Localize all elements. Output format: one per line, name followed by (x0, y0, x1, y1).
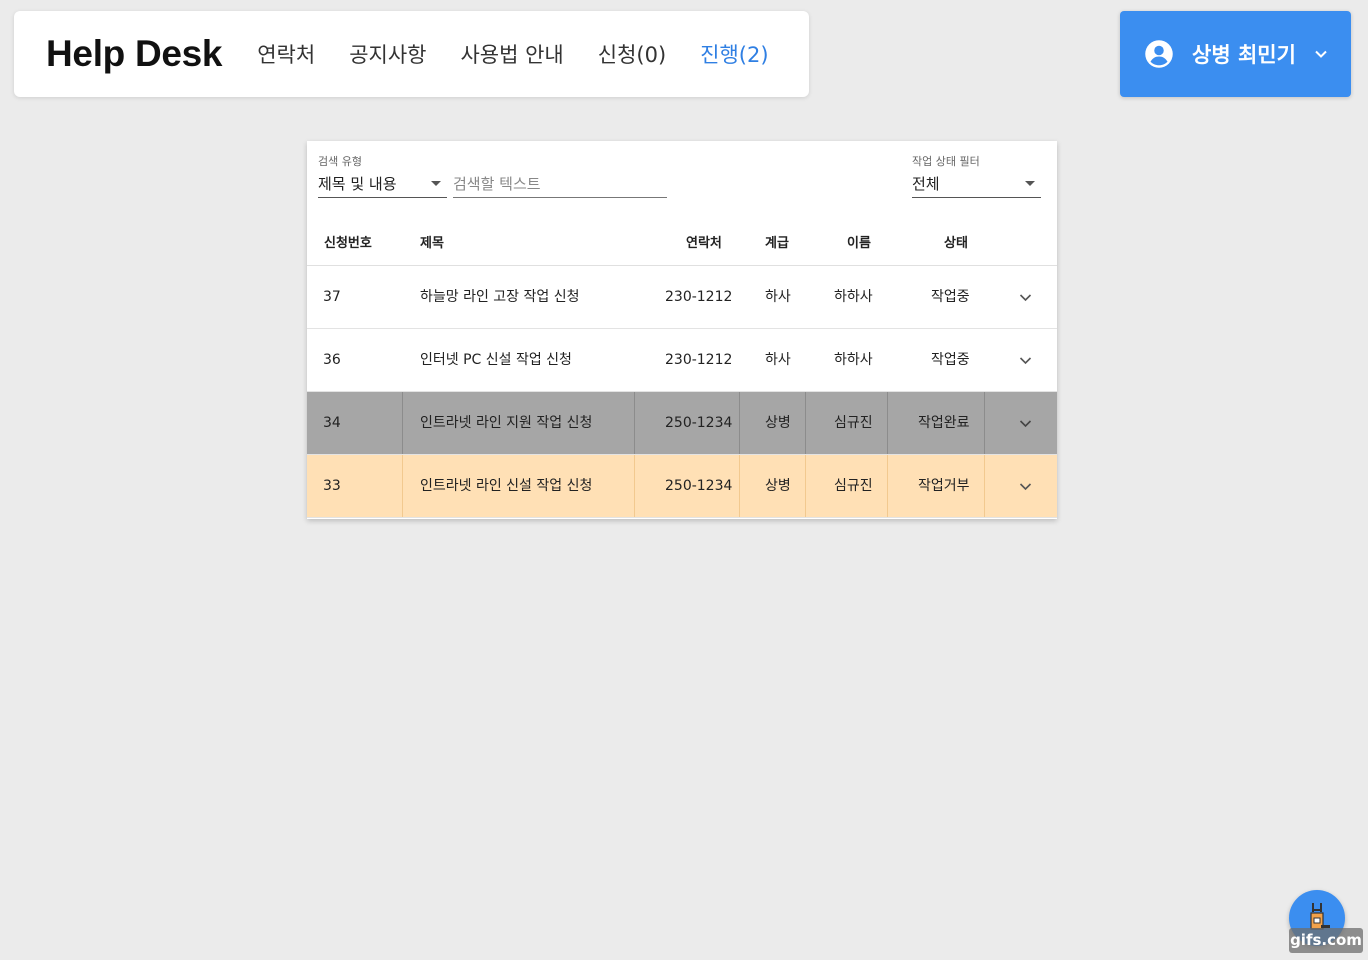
dropdown-arrow-icon (431, 181, 441, 186)
cell-name: 하하사 (834, 352, 873, 368)
cell-divider (887, 455, 888, 517)
nav-link-guide[interactable]: 사용법 안내 (460, 39, 563, 69)
user-name: 상병 최민기 (1192, 43, 1296, 67)
nav-link-contacts[interactable]: 연락처 (257, 39, 315, 69)
cell-contact: 250-1234 (665, 478, 733, 494)
table-row[interactable]: 37 하늘망 라인 고장 작업 신청 230-1212 하사 하하사 작업중 (307, 266, 1057, 329)
cell-status: 작업중 (931, 352, 970, 368)
request-panel: 검색 유형 제목 및 내용 작업 상태 필터 전체 신청번호 제목 연락처 계급… (307, 141, 1057, 519)
cell-name: 심규진 (834, 478, 873, 494)
search-type-select[interactable]: 제목 및 내용 (318, 171, 447, 198)
header-title[interactable]: 제목 (420, 232, 444, 251)
cell-id: 37 (323, 289, 341, 305)
header-contact[interactable]: 연락처 (686, 232, 722, 251)
cell-rank: 하사 (765, 352, 791, 368)
cell-rank: 상병 (765, 415, 791, 431)
brand-title[interactable]: Help Desk (46, 33, 223, 75)
cell-status: 작업거부 (918, 478, 970, 494)
cell-title: 인터넷 PC 신설 작업 신청 (420, 352, 572, 368)
cell-name: 하하사 (834, 289, 873, 305)
search-type-label: 검색 유형 (318, 155, 362, 168)
top-nav: Help Desk 연락처 공지사항 사용법 안내 신청(0) 진행(2) (14, 11, 809, 97)
user-menu-button[interactable]: 상병 최민기 (1120, 11, 1351, 97)
cell-divider (402, 455, 403, 517)
cell-divider (805, 392, 806, 454)
status-filter-select[interactable]: 전체 (912, 171, 1041, 198)
watermark: gifs.com (1289, 928, 1363, 953)
search-type-value: 제목 및 내용 (318, 175, 397, 193)
expand-chevron-icon[interactable] (1019, 417, 1032, 430)
cell-divider (887, 392, 888, 454)
table-row[interactable]: 34 인트라넷 라인 지원 작업 신청 250-1234 상병 심규진 작업완료 (307, 392, 1057, 455)
header-name[interactable]: 이름 (847, 232, 871, 251)
cell-divider (402, 392, 403, 454)
cell-id: 34 (323, 415, 341, 431)
status-filter-label: 작업 상태 필터 (912, 155, 980, 168)
nav-link-notices[interactable]: 공지사항 (349, 39, 426, 69)
table-row[interactable]: 36 인터넷 PC 신설 작업 신청 230-1212 하사 하하사 작업중 (307, 329, 1057, 392)
cell-divider (739, 455, 740, 517)
table-header: 신청번호 제목 연락처 계급 이름 상태 (307, 229, 1057, 266)
cell-id: 33 (323, 478, 341, 494)
cell-divider (805, 455, 806, 517)
cell-name: 심규진 (834, 415, 873, 431)
cell-status: 작업완료 (918, 415, 970, 431)
header-rank[interactable]: 계급 (765, 232, 789, 251)
dropdown-arrow-icon (1025, 181, 1035, 186)
account-circle-icon (1145, 40, 1173, 68)
cell-rank: 상병 (765, 478, 791, 494)
cell-title: 인트라넷 라인 신설 작업 신청 (420, 478, 593, 494)
cell-id: 36 (323, 352, 341, 368)
table-row[interactable]: 33 인트라넷 라인 신설 작업 신청 250-1234 상병 심규진 작업거부 (307, 455, 1057, 518)
cell-contact: 230-1212 (665, 289, 733, 305)
cell-contact: 250-1234 (665, 415, 733, 431)
cell-title: 하늘망 라인 고장 작업 신청 (420, 289, 580, 305)
expand-chevron-icon[interactable] (1019, 291, 1032, 304)
cell-divider (634, 392, 635, 454)
header-status[interactable]: 상태 (944, 232, 968, 251)
search-input[interactable] (453, 171, 667, 198)
cell-divider (634, 455, 635, 517)
cell-status: 작업중 (931, 289, 970, 305)
status-filter-value: 전체 (912, 175, 940, 193)
cell-divider (984, 455, 985, 517)
expand-chevron-icon[interactable] (1019, 354, 1032, 367)
cell-rank: 하사 (765, 289, 791, 305)
cell-divider (984, 392, 985, 454)
chevron-down-icon (1315, 50, 1327, 58)
expand-chevron-icon[interactable] (1019, 480, 1032, 493)
cell-title: 인트라넷 라인 지원 작업 신청 (420, 415, 593, 431)
header-id[interactable]: 신청번호 (324, 232, 372, 251)
nav-link-requests[interactable]: 신청(0) (598, 39, 666, 69)
cell-contact: 230-1212 (665, 352, 733, 368)
nav-link-in-progress[interactable]: 진행(2) (700, 39, 768, 69)
cell-divider (739, 392, 740, 454)
